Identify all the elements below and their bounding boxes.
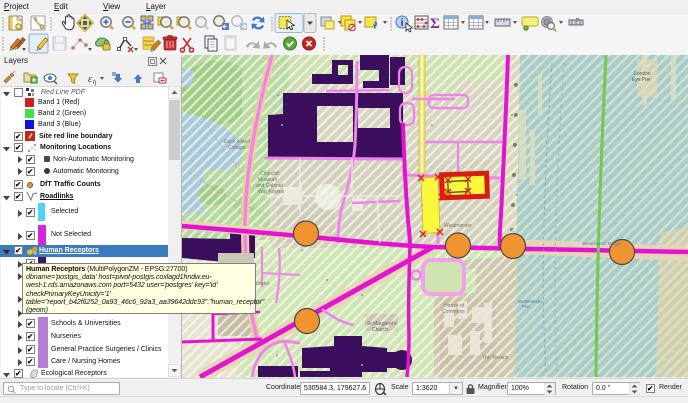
svg-text:The Terrace: The Terrace: [482, 355, 509, 361]
svg-text:Eye Pier: Eye Pier: [632, 77, 651, 83]
svg-text:ε: ε: [88, 74, 92, 85]
svg-text:i: i: [401, 18, 404, 29]
svg-text:Commons: Commons: [442, 309, 465, 315]
svg-text:War Rooms: War Rooms: [258, 189, 285, 195]
svg-text:Cottage: Cottage: [228, 145, 246, 151]
svg-text:Church: Church: [372, 327, 388, 333]
svg-text:Westminster: Westminster: [444, 223, 472, 229]
svg-text:Pier: Pier: [522, 304, 531, 309]
svg-text:Westminster Bridge: Westminster Bridge: [582, 241, 622, 246]
svg-text:Σ: Σ: [430, 16, 440, 32]
